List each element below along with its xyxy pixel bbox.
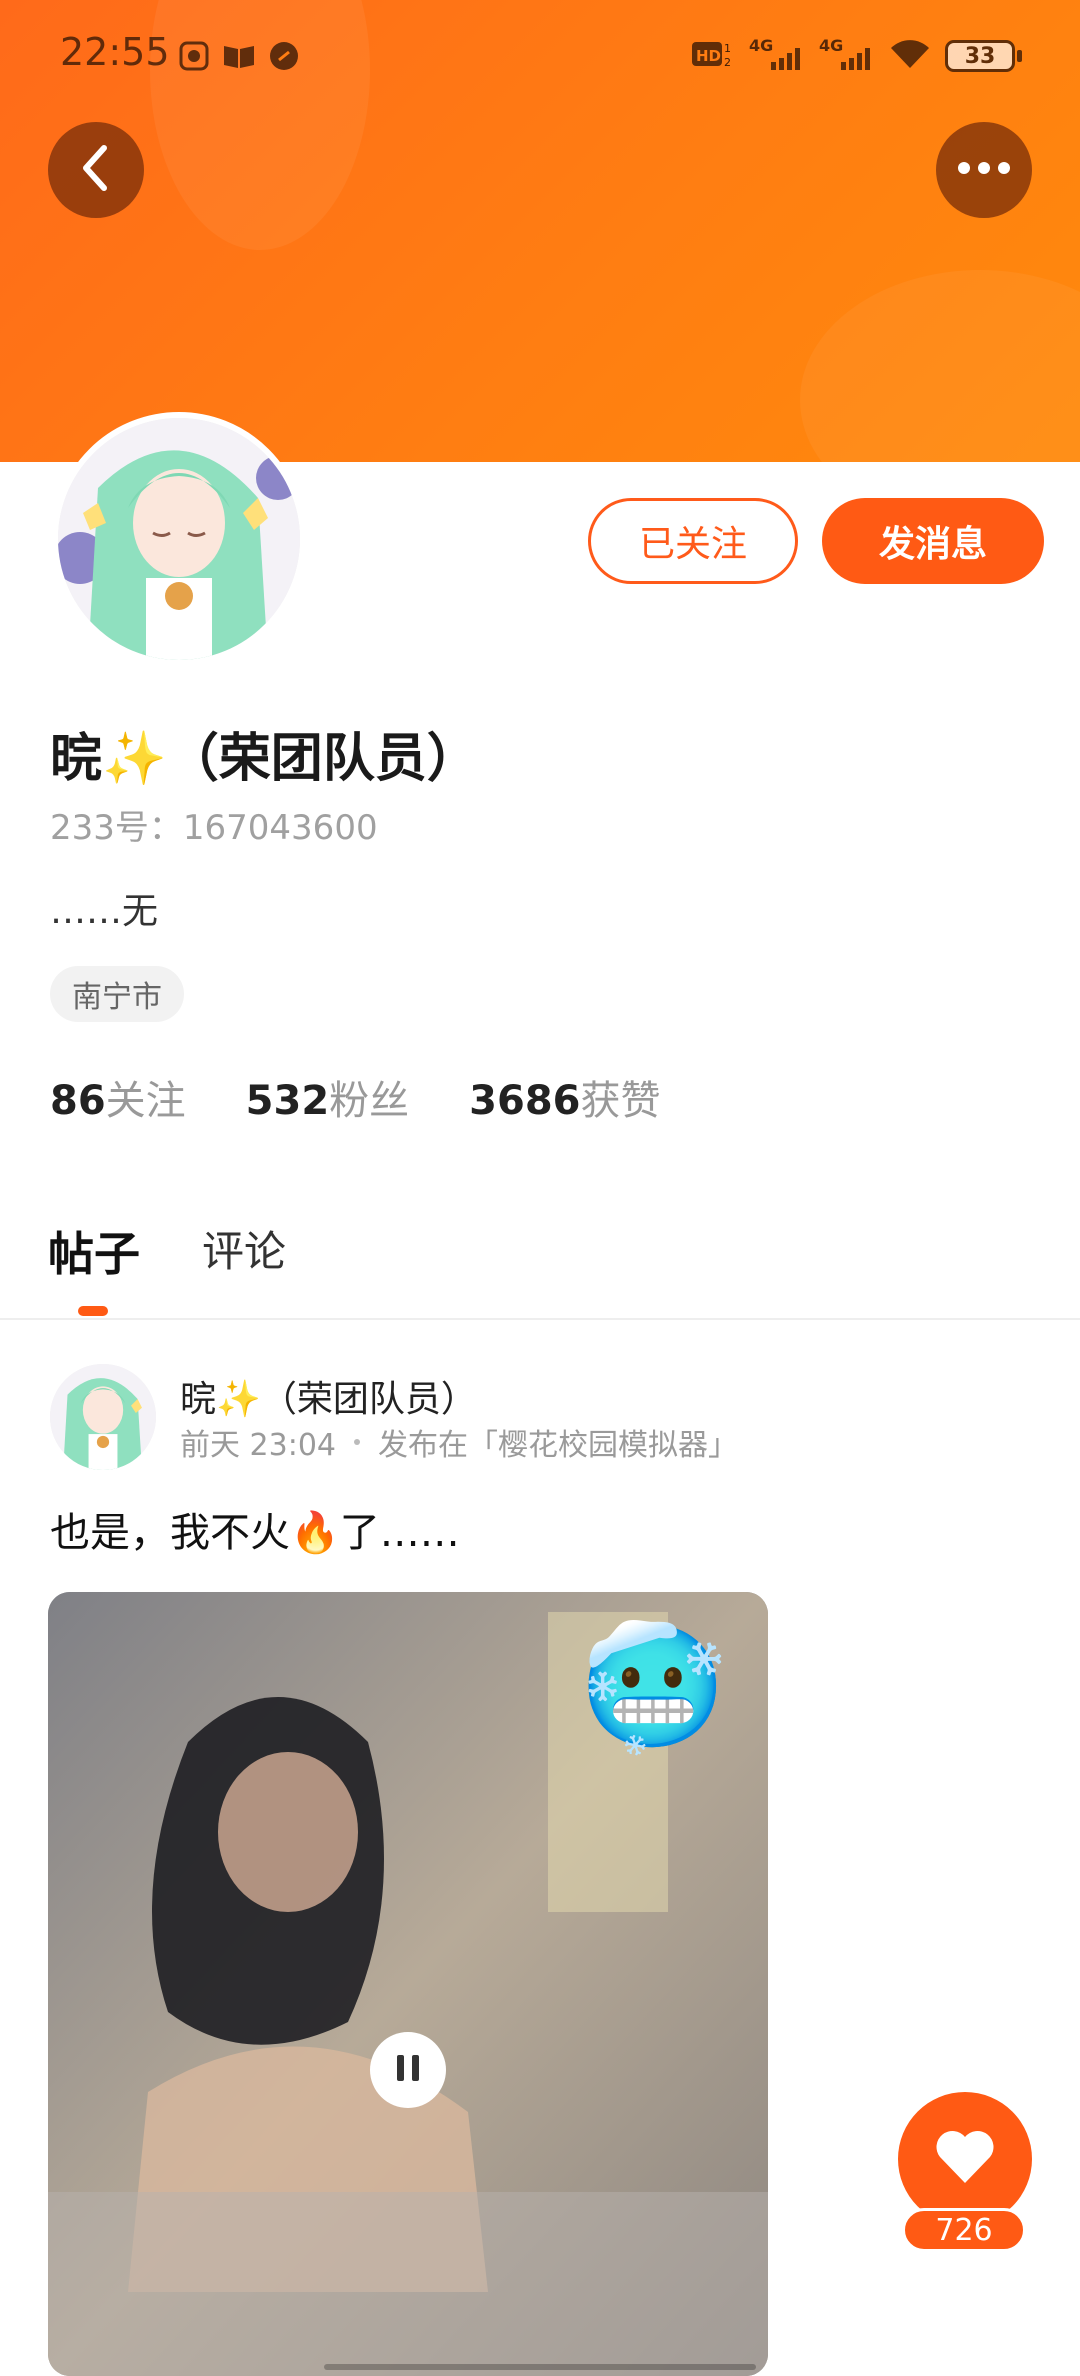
network-type: 4G [819,36,844,55]
post-author-name[interactable]: 晥✨（荣团队员） [180,1370,477,1422]
signal-icon: 4G [749,36,805,72]
stat-number: 532 [245,1078,330,1124]
profile-tabs: 帖子 评论 [0,1210,1080,1320]
active-tab-indicator [78,1306,108,1316]
stat-number: 3686 [469,1078,581,1124]
battery-icon: 33 [945,40,1022,72]
profile-name: 晥✨（荣团队员） [50,729,479,789]
sticker-emoji: 🥶 [578,1618,728,1757]
stat-number: 86 [50,1078,106,1124]
back-icon [76,144,116,196]
divider [0,1318,1080,1320]
app-notification-icon [268,40,300,72]
post-time: 前天 23:04 [180,1428,336,1463]
svg-text:2: 2 [724,56,731,69]
post-channel[interactable]: 发布在「樱花校园模拟器」 [378,1420,738,1464]
post-text[interactable]: 也是，我不火🔥了…… [50,1500,460,1558]
status-time: 22:55 [60,30,170,74]
separator-dot [354,1439,360,1445]
post-meta: 前天 23:04 发布在「樱花校园模拟器」 [180,1420,738,1464]
profile-avatar[interactable] [52,412,306,666]
stat-following[interactable]: 86关注 [50,1068,186,1126]
hd-icon: HD 1 2 [691,38,735,74]
stat-followers[interactable]: 532粉丝 [246,1068,410,1126]
stat-label: 获赞 [580,1078,661,1124]
svg-text:1: 1 [724,42,731,55]
banner-decoration [800,270,1080,462]
stat-label: 粉丝 [329,1078,410,1124]
send-message-button[interactable]: 发消息 [822,498,1044,584]
post-author-avatar[interactable] [50,1364,156,1470]
more-icon [954,160,1014,180]
followed-button[interactable]: 已关注 [588,498,798,584]
location-tag: 南宁市 [50,966,184,1022]
app-notification-icon [178,40,210,72]
tab-comments[interactable]: 评论 [202,1218,286,1279]
tab-posts[interactable]: 帖子 [48,1218,140,1284]
more-options-button[interactable] [936,122,1032,218]
pause-icon [393,2052,423,2088]
like-count: 726 [902,2208,1026,2252]
heart-icon [934,2129,996,2189]
back-button[interactable] [48,122,144,218]
home-indicator[interactable] [324,2364,756,2370]
profile-bio: ……无 [50,891,159,932]
profile-stats: 86关注 532粉丝 3686获赞 [50,1068,661,1126]
post-video[interactable]: 🥶 [48,1592,768,2376]
signal-icon: 4G [819,36,875,72]
stat-label: 关注 [105,1078,186,1124]
network-type: 4G [749,36,774,55]
wifi-icon [889,38,931,74]
battery-level: 33 [945,40,1015,72]
pause-button[interactable] [370,2032,446,2108]
svg-text:HD: HD [696,47,721,65]
like-button[interactable] [898,2092,1032,2226]
status-bar: 22:55 HD 1 2 4G 4G 33 [0,0,1080,115]
stat-likes[interactable]: 3686获赞 [469,1068,660,1126]
book-icon [222,40,254,72]
profile-uid: 233号：167043600 [50,808,378,848]
